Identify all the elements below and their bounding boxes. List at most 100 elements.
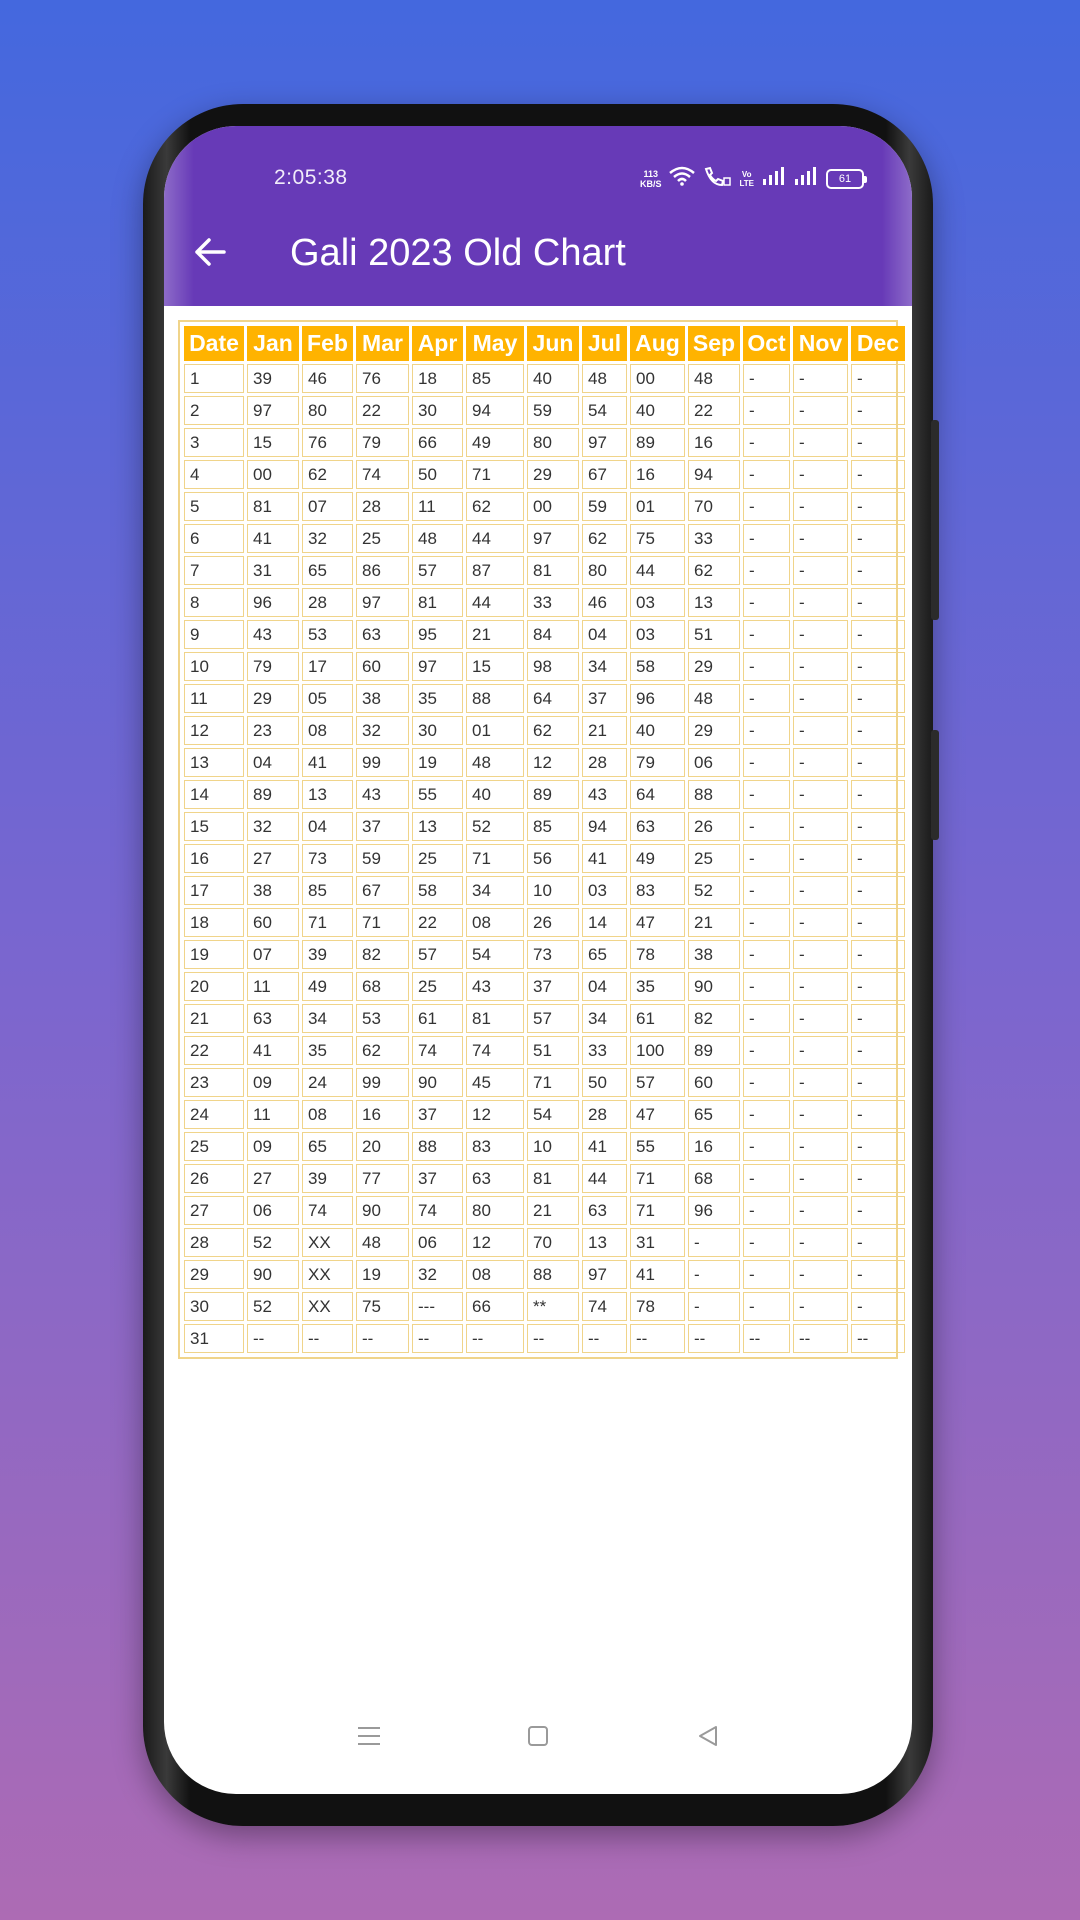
result-cell: 37 (356, 812, 409, 841)
result-cell: 73 (302, 844, 353, 873)
result-cell: - (743, 556, 790, 585)
table-body: 1 39 46 76 18 85 40 48 00 48- - -2 97 80 22 30 94 59 54 40 2… (184, 364, 905, 1353)
result-cell: 32 (412, 1260, 463, 1289)
result-cell: 77 (356, 1164, 409, 1193)
result-cell: 30 (412, 716, 463, 745)
result-cell: 81 (466, 1004, 524, 1033)
column-header-nov: Nov (793, 326, 848, 361)
result-cell: 90 (356, 1196, 409, 1225)
result-cell: 11 (247, 972, 299, 1001)
date-cell: 9 (184, 620, 244, 649)
result-cell: - (743, 1004, 790, 1033)
result-cell: 11 (247, 1100, 299, 1129)
result-cell: 37 (582, 684, 627, 713)
result-cell: -- (302, 1324, 353, 1353)
result-cell: 90 (412, 1068, 463, 1097)
column-header-feb: Feb (302, 326, 353, 361)
result-cell: 41 (302, 748, 353, 777)
result-cell: 06 (247, 1196, 299, 1225)
system-back-button[interactable] (688, 1716, 728, 1756)
date-cell: 12 (184, 716, 244, 745)
date-cell: 4 (184, 460, 244, 489)
result-cell: 88 (688, 780, 740, 809)
result-cell: -- (582, 1324, 627, 1353)
table-row: 16 27 73 59 25 71 56 41 49 25- - - (184, 844, 905, 873)
table-row: 1 39 46 76 18 85 40 48 00 48- - - (184, 364, 905, 393)
result-cell: 59 (356, 844, 409, 873)
table-row: 26 27 39 77 37 63 81 44 71 68- - - (184, 1164, 905, 1193)
result-cell: - (851, 460, 905, 489)
square-home-icon (528, 1726, 548, 1746)
result-cell: 100 (630, 1036, 685, 1065)
result-cell: 34 (582, 652, 627, 681)
result-cell: - (793, 716, 848, 745)
result-cell: 28 (356, 492, 409, 521)
result-cell: 70 (527, 1228, 579, 1257)
result-cell: 09 (247, 1068, 299, 1097)
result-cell: 34 (302, 1004, 353, 1033)
result-cell: 38 (247, 876, 299, 905)
result-cell: 70 (688, 492, 740, 521)
table-row: 31 -- -- -- -- -- -- -- -- -- -- -- -- (184, 1324, 905, 1353)
result-cell: 31 (630, 1228, 685, 1257)
table-row: 17 38 85 67 58 34 10 03 83 52- - - (184, 876, 905, 905)
result-cell: 25 (688, 844, 740, 873)
result-cell: - (743, 492, 790, 521)
column-header-dec: Dec (851, 326, 905, 361)
result-cell: 54 (527, 1100, 579, 1129)
status-icons: 113 KB/S Vo LTE 61 (640, 166, 867, 191)
back-button[interactable] (192, 234, 228, 270)
result-cell: 47 (630, 1100, 685, 1129)
recent-apps-button[interactable] (349, 1716, 389, 1756)
result-cell: 63 (630, 812, 685, 841)
date-cell: 21 (184, 1004, 244, 1033)
result-cell: 89 (630, 428, 685, 457)
result-cell: 98 (527, 652, 579, 681)
result-cell: -- (527, 1324, 579, 1353)
result-cell: 17 (302, 652, 353, 681)
date-cell: 28 (184, 1228, 244, 1257)
result-cell: 41 (582, 1132, 627, 1161)
result-cell: - (743, 844, 790, 873)
result-cell: 68 (356, 972, 409, 1001)
result-cell: 80 (466, 1196, 524, 1225)
result-cell: 50 (412, 460, 463, 489)
result-cell: - (793, 1260, 848, 1289)
result-cell: 58 (412, 876, 463, 905)
home-button[interactable] (518, 1716, 558, 1756)
result-cell: 62 (688, 556, 740, 585)
result-cell: 63 (247, 1004, 299, 1033)
result-cell: -- (793, 1324, 848, 1353)
result-cell: 65 (302, 556, 353, 585)
result-cell: 18 (412, 364, 463, 393)
result-cell: 43 (466, 972, 524, 1001)
result-cell: 10 (527, 1132, 579, 1161)
result-cell: -- (743, 1324, 790, 1353)
result-cell: - (793, 1164, 848, 1193)
result-cell: - (793, 1132, 848, 1161)
menu-icon (358, 1727, 380, 1745)
result-cell: - (851, 1164, 905, 1193)
result-cell: 35 (630, 972, 685, 1001)
result-cell: - (851, 1004, 905, 1033)
result-cell: - (851, 1100, 905, 1129)
result-cell: 71 (302, 908, 353, 937)
result-cell: 41 (247, 524, 299, 553)
result-cell: 97 (412, 652, 463, 681)
result-cell: - (743, 364, 790, 393)
result-cell: - (851, 524, 905, 553)
result-cell: XX (302, 1260, 353, 1289)
result-cell: 01 (466, 716, 524, 745)
result-cell: 81 (412, 588, 463, 617)
result-cell: 29 (527, 460, 579, 489)
result-cell: - (793, 1228, 848, 1257)
result-cell: - (793, 908, 848, 937)
result-cell: 11 (412, 492, 463, 521)
result-cell: 33 (582, 1036, 627, 1065)
result-cell: 53 (302, 620, 353, 649)
result-cell: 54 (466, 940, 524, 969)
column-header-jul: Jul (582, 326, 627, 361)
result-cell: 67 (582, 460, 627, 489)
column-header-mar: Mar (356, 326, 409, 361)
result-cell: - (743, 684, 790, 713)
